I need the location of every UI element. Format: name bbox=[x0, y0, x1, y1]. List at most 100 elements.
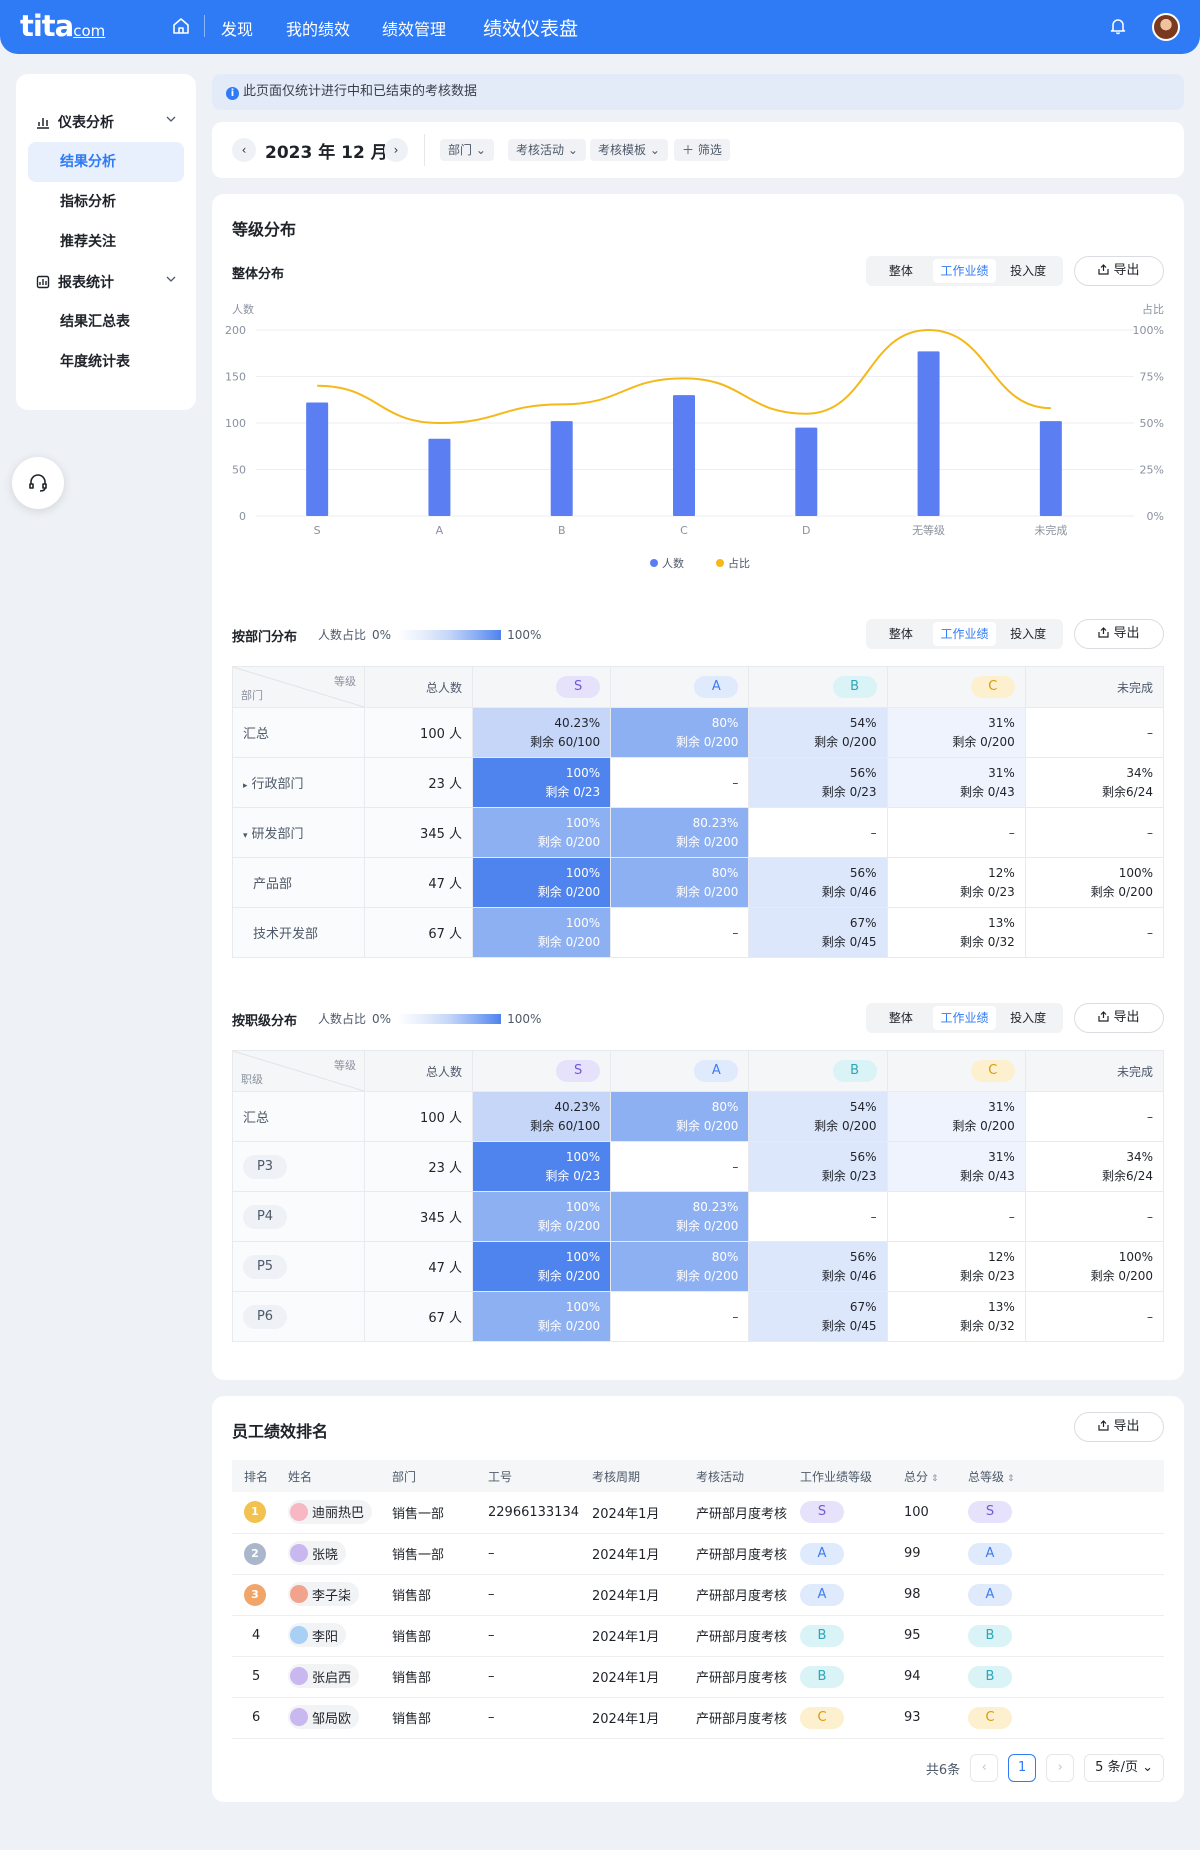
table-row[interactable]: 汇总 100 人 40.23% 剩余 60/100 80% 剩余 0/200 54% 剩余 0… bbox=[232, 1091, 1165, 1142]
by-department-title: 按部门分布 bbox=[232, 630, 298, 645]
next-page-button[interactable]: › bbox=[1046, 1754, 1075, 1782]
sidebar-item-indicator-analysis[interactable]: 指标分析 bbox=[28, 182, 184, 222]
table-row[interactable]: 1 迪丽热巴 销售一部 22966133134 2024年1月 产研部月度考核 S 100 S bbox=[232, 1492, 1164, 1534]
sidebar-item-recommended-focus[interactable]: 推荐关注 bbox=[28, 222, 184, 262]
table-row[interactable]: 4 李阳 销售部 –2024年1月 产研部月度考核 B 95 B bbox=[232, 1615, 1164, 1657]
export-button[interactable]: 导出 bbox=[1074, 619, 1164, 649]
user-name: 邹局欧 bbox=[312, 1711, 352, 1727]
table-row[interactable]: 5 张启西 销售部 –2024年1月 产研部月度考核 B 94 B bbox=[232, 1656, 1164, 1698]
page-button[interactable]: 1 bbox=[1008, 1754, 1037, 1782]
nav-performance-dashboard[interactable]: 绩效仪表盘 bbox=[483, 14, 578, 41]
customer-service-button[interactable] bbox=[12, 457, 64, 509]
tab-engagement[interactable]: 投入度 bbox=[996, 1006, 1060, 1030]
caret-down-icon[interactable]: ▾ bbox=[243, 831, 248, 841]
user-chip[interactable]: 迪丽热巴 bbox=[288, 1499, 373, 1524]
rank-cell: 6 bbox=[232, 1697, 276, 1739]
tab-work-performance[interactable]: 工作业绩 bbox=[932, 622, 997, 646]
row-label: 行政部门 bbox=[251, 777, 304, 792]
grade-header: S bbox=[471, 1050, 612, 1092]
sidebar-item-result-analysis[interactable]: 结果分析 bbox=[28, 142, 184, 182]
sidebar-group-dashboard-analysis[interactable]: 仪表分析 bbox=[36, 112, 176, 132]
activity-filter[interactable]: 考核活动 ⌄ bbox=[508, 139, 586, 161]
user-avatar[interactable] bbox=[1152, 13, 1180, 41]
tab-work-performance[interactable]: 工作业绩 bbox=[932, 1006, 997, 1030]
activity-cell: 产研部月度考核 bbox=[684, 1615, 788, 1657]
sidebar-group-report-statistics[interactable]: 报表统计 bbox=[36, 272, 176, 292]
rank-cell: 2 bbox=[232, 1533, 276, 1575]
cell-remaining: 剩余 60/100 bbox=[530, 1118, 601, 1133]
home-icon[interactable] bbox=[172, 17, 190, 35]
user-chip[interactable]: 邹局欧 bbox=[288, 1705, 360, 1729]
empty-cell: – bbox=[886, 807, 1026, 858]
table-row[interactable]: 产品部 47 人 100% 剩余 0/200 80% 剩余 0/200 56% 剩余 0/46… bbox=[232, 857, 1165, 908]
heat-cell: 56% 剩余 0/23 bbox=[748, 1141, 888, 1192]
prev-month-button[interactable]: ‹ bbox=[232, 138, 256, 162]
y2-axis-label: 占比 bbox=[1142, 302, 1164, 316]
cell-remaining: 剩余 0/200 bbox=[537, 1218, 601, 1233]
next-month-button[interactable]: › bbox=[384, 138, 408, 162]
table-row[interactable]: P3 23 人 100% 剩余 0/23–56% 剩余 0/23 31% 剩余 0/43 34… bbox=[232, 1141, 1165, 1192]
table-row[interactable]: ▸ 行政部门 23 人 100% 剩余 0/23–56% 剩余 0/23 31% 剩余 0/4… bbox=[232, 757, 1165, 808]
heat-cell: 100% 剩余 0/200 bbox=[471, 1191, 612, 1242]
column-header[interactable]: 总等级 ⇕ bbox=[956, 1460, 1164, 1492]
sort-icon[interactable]: ⇕ bbox=[931, 1474, 939, 1484]
table-row[interactable]: P4 345 人 100% 剩余 0/200 80.23% 剩余 0/200– – – bbox=[232, 1191, 1165, 1242]
prev-page-button[interactable]: ‹ bbox=[970, 1754, 999, 1782]
user-chip[interactable]: 李阳 bbox=[288, 1623, 347, 1647]
table-row[interactable]: 技术开发部 67 人 100% 剩余 0/200–67% 剩余 0/45 13% 剩余 0/… bbox=[232, 907, 1165, 958]
export-button[interactable]: 导出 bbox=[1074, 1412, 1164, 1442]
export-button[interactable]: 导出 bbox=[1074, 1003, 1164, 1033]
cell-percent: 13% bbox=[988, 915, 1015, 930]
cell-percent: 80% bbox=[711, 865, 739, 880]
rank-cell: 1 bbox=[232, 1492, 276, 1534]
table-row[interactable]: 2 张晓 销售一部 –2024年1月 产研部月度考核 A 99 A bbox=[232, 1533, 1164, 1575]
employee-id-cell: – bbox=[476, 1697, 580, 1739]
legend-gradient bbox=[397, 629, 502, 640]
column-header[interactable]: 总分 ⇕ bbox=[892, 1460, 956, 1492]
score-cell: 98 bbox=[892, 1574, 956, 1616]
sidebar-item-annual-statistics[interactable]: 年度统计表 bbox=[28, 342, 184, 382]
by-level-title: 按职级分布 bbox=[232, 1014, 298, 1029]
tab-engagement[interactable]: 投入度 bbox=[996, 622, 1060, 646]
caret-right-icon[interactable]: ▸ bbox=[243, 781, 248, 791]
nav-performance-management[interactable]: 绩效管理 bbox=[382, 16, 446, 40]
bar bbox=[550, 421, 573, 516]
cell-percent: 80% bbox=[711, 1249, 739, 1264]
headset-icon bbox=[29, 474, 47, 492]
bell-icon[interactable] bbox=[1109, 17, 1127, 35]
avatar bbox=[290, 1708, 308, 1726]
page-size-select[interactable]: 5 条/页 ⌄ bbox=[1084, 1754, 1164, 1782]
cell-percent: 80.23% bbox=[692, 1199, 739, 1214]
cell-remaining: 剩余 0/23 bbox=[821, 1168, 877, 1183]
row-name: P5 bbox=[232, 1241, 365, 1292]
row-label: 产品部 bbox=[253, 877, 293, 892]
table-row[interactable]: 3 李子柒 销售部 –2024年1月 产研部月度考核 A 98 A bbox=[232, 1574, 1164, 1616]
add-filter-button[interactable]: ＋ 筛选 bbox=[674, 139, 730, 161]
activity-cell: 产研部月度考核 bbox=[684, 1697, 788, 1739]
table-row[interactable]: ▾ 研发部门 345 人 100% 剩余 0/200 80.23% 剩余 0/200– – – bbox=[232, 807, 1165, 858]
nav-my-performance[interactable]: 我的绩效 bbox=[286, 16, 350, 40]
user-chip[interactable]: 张晓 bbox=[288, 1541, 347, 1565]
tita-logo[interactable]: titacom bbox=[20, 9, 105, 43]
legend-min: 0% bbox=[372, 1011, 392, 1026]
tab-overall[interactable]: 整体 bbox=[869, 622, 933, 646]
sort-icon[interactable]: ⇕ bbox=[1007, 1474, 1015, 1484]
x-tick-label: 未完成 bbox=[1034, 523, 1067, 537]
table-row[interactable]: 6 邹局欧 销售部 –2024年1月 产研部月度考核 C 93 C bbox=[232, 1697, 1164, 1739]
table-row[interactable]: P6 67 人 100% 剩余 0/200–67% 剩余 0/45 13% 剩余 0/32– bbox=[232, 1291, 1165, 1342]
table-row[interactable]: 汇总 100 人 40.23% 剩余 60/100 80% 剩余 0/200 54% 剩余 0… bbox=[232, 707, 1165, 758]
x-tick-label: A bbox=[436, 524, 444, 537]
legend-marker bbox=[716, 559, 724, 567]
avatar bbox=[290, 1626, 308, 1644]
sidebar-item-result-summary[interactable]: 结果汇总表 bbox=[28, 302, 184, 342]
heat-cell: 80% 剩余 0/200 bbox=[610, 1241, 750, 1292]
department-filter[interactable]: 部门 ⌄ bbox=[440, 139, 494, 161]
tab-overall[interactable]: 整体 bbox=[869, 1006, 933, 1030]
user-chip[interactable]: 李子柒 bbox=[288, 1582, 360, 1606]
table-row[interactable]: P5 47 人 100% 剩余 0/200 80% 剩余 0/200 56% 剩余 0/46 1… bbox=[232, 1241, 1165, 1292]
nav-discover[interactable]: 发现 bbox=[221, 16, 253, 40]
grade-pill: A bbox=[800, 1583, 844, 1606]
user-chip[interactable]: 张启西 bbox=[288, 1664, 360, 1688]
template-filter[interactable]: 考核模板 ⌄ bbox=[590, 139, 668, 161]
legend-gradient bbox=[397, 1013, 502, 1024]
